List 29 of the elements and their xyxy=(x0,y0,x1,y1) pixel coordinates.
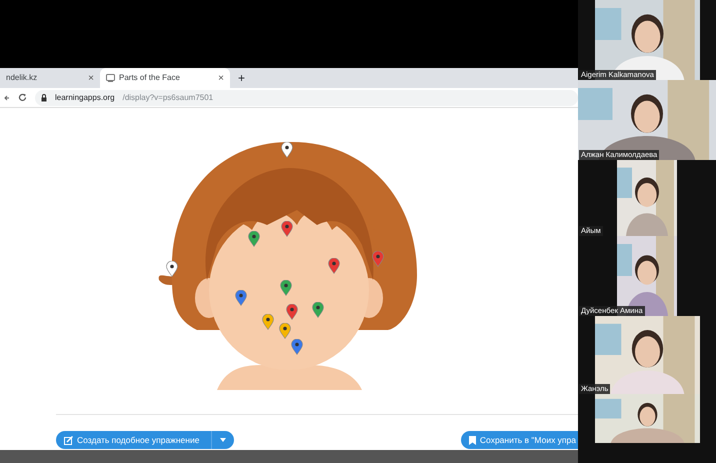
lock-icon xyxy=(41,94,47,102)
url-host: learningapps.org xyxy=(55,92,115,104)
map-pin-icon[interactable] xyxy=(278,323,290,339)
url-path: /display?v=ps6saum7501 xyxy=(122,92,214,104)
map-pin-icon[interactable] xyxy=(280,142,292,158)
new-tab-button[interactable]: + xyxy=(238,72,246,84)
reload-icon[interactable] xyxy=(18,93,27,102)
browser-tab[interactable]: Parts of the Face × xyxy=(100,68,230,88)
map-pin-icon[interactable] xyxy=(290,339,302,355)
page-icon xyxy=(106,74,115,82)
map-pin-icon[interactable] xyxy=(312,302,324,318)
tab-title: Parts of the Face xyxy=(119,72,180,84)
map-pin-icon[interactable] xyxy=(280,280,292,296)
map-pin-icon[interactable] xyxy=(262,314,274,330)
caret-icon xyxy=(220,438,226,442)
map-pin-icon[interactable] xyxy=(286,304,298,320)
map-pin-icon[interactable] xyxy=(280,221,292,237)
edit-icon xyxy=(64,436,73,444)
close-tab-button[interactable]: × xyxy=(218,70,224,86)
back-icon[interactable] xyxy=(4,94,10,102)
close-tab-button[interactable]: × xyxy=(88,70,94,86)
tab-title: ndelik.kz xyxy=(6,72,38,84)
bookmark-icon xyxy=(468,436,476,444)
map-pin-icon[interactable] xyxy=(166,261,178,277)
map-pin-icon[interactable] xyxy=(234,290,246,306)
browser-tab[interactable]: ndelik.kz × xyxy=(0,68,100,88)
map-pin-icon[interactable] xyxy=(328,258,340,274)
address-bar[interactable]: learningapps.org /display?v=ps6saum7501 xyxy=(35,90,578,106)
map-pin-icon[interactable] xyxy=(248,231,260,247)
